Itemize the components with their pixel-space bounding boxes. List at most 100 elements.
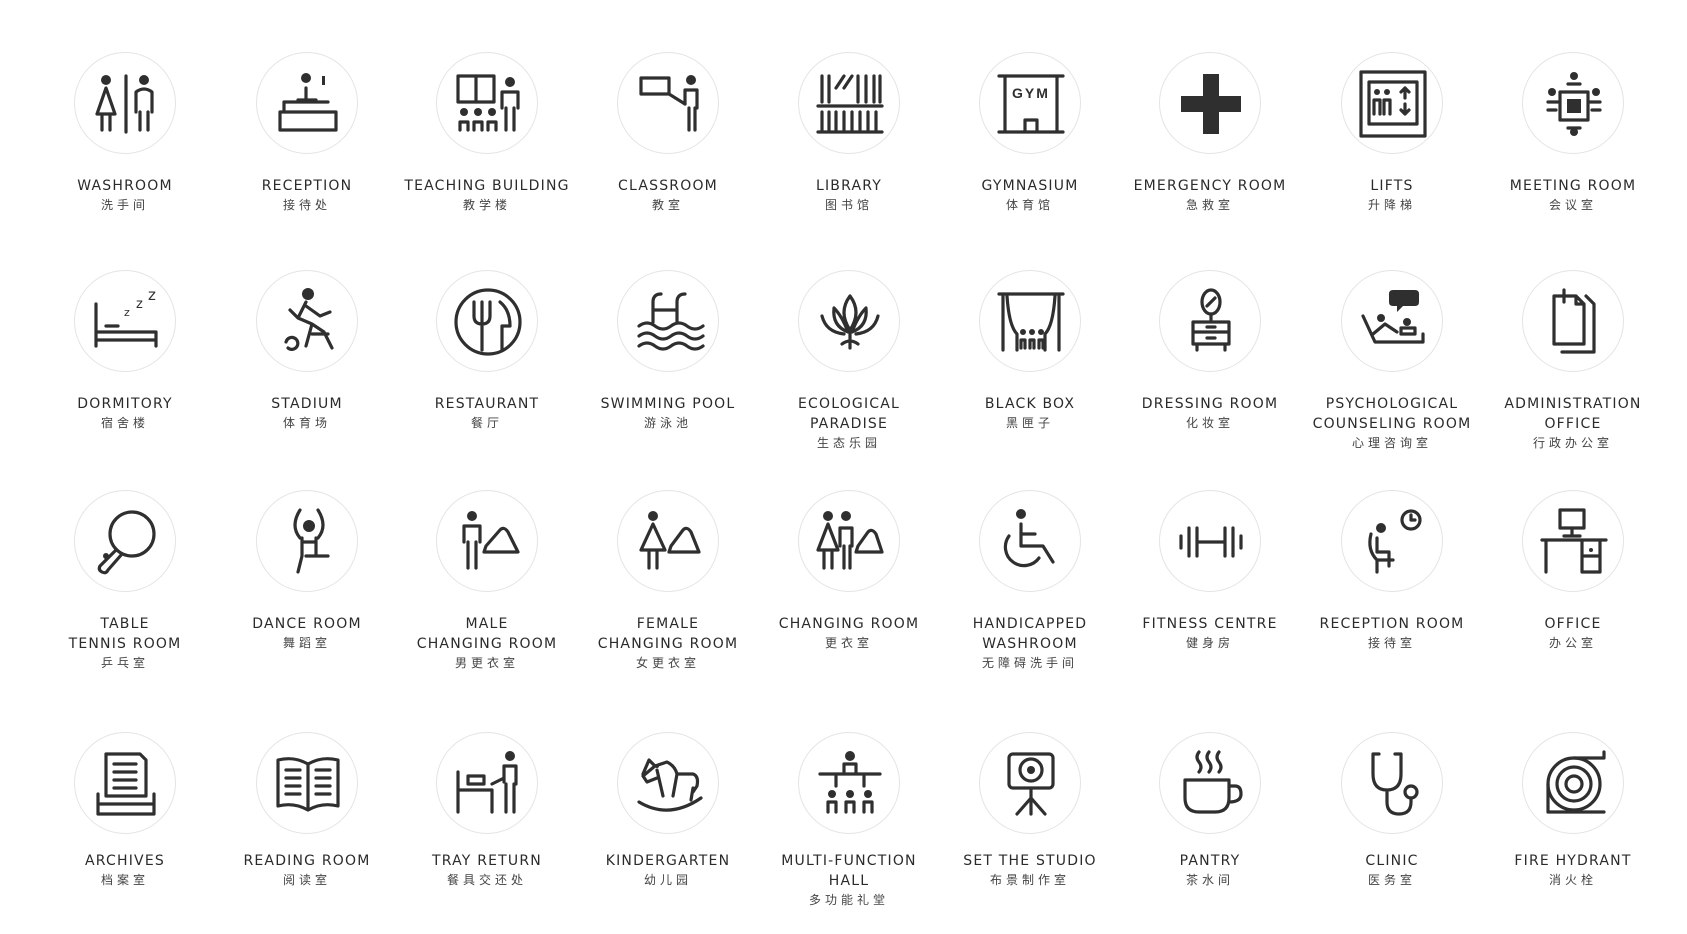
sign-icon-circle — [436, 52, 538, 154]
camera-tripod-icon — [1007, 752, 1055, 816]
sign-label: FEMALE CHANGING ROOM 女更衣室 — [578, 614, 758, 672]
sign-label: CLINIC 医务室 — [1302, 851, 1482, 889]
sign-label: MALE CHANGING ROOM 男更衣室 — [397, 614, 577, 672]
sign-label-english: EMERGENCY ROOM — [1133, 178, 1287, 194]
sign-label-english: CLINIC — [1365, 853, 1419, 869]
sign-label: TRAY RETURN 餐具交还处 — [397, 851, 577, 889]
sign-icon-circle — [436, 270, 538, 372]
sign-icon-circle — [1522, 732, 1624, 834]
sign-icon-circle — [256, 490, 358, 592]
sign-label-english: MULTI-FUNCTION HALL — [781, 853, 917, 889]
stage-curtain-icon — [997, 292, 1065, 352]
emergency-cross-icon — [1181, 74, 1241, 134]
sign-label: ARCHIVES 档案室 — [35, 851, 215, 889]
dumbbell-icon — [1179, 526, 1243, 558]
waiting-clock-icon — [1368, 509, 1422, 574]
sign-label: DRESSING ROOM 化妆室 — [1120, 394, 1300, 432]
fire-hose-reel-icon — [1546, 750, 1606, 814]
sign-label-chinese: 乒乓室 — [100, 656, 149, 670]
lotus-leaf-icon — [820, 294, 880, 350]
sign-label-chinese: 接待处 — [282, 198, 331, 212]
sign-label-english: READING ROOM — [243, 853, 371, 869]
dressing-table-icon — [1191, 288, 1231, 352]
sign-icon-circle — [1522, 52, 1624, 154]
sign-icon-circle: zzz — [74, 270, 176, 372]
sign-label-english: GYMNASIUM — [981, 178, 1079, 194]
signage-board: WASHROOM 洗手间 RECEPTION 接待处 TEACHING BUILDING… — [0, 0, 1687, 934]
svg-text:z: z — [136, 297, 143, 312]
male-changing-icon — [462, 511, 520, 570]
tray-return-icon — [456, 751, 518, 814]
stethoscope-icon — [1371, 752, 1419, 816]
teaching-building-icon — [456, 74, 520, 132]
sign-icon-circle — [1522, 490, 1624, 592]
sign-label-english: PANTRY — [1179, 853, 1241, 869]
sign-icon-circle: GYM — [979, 52, 1081, 154]
sign-label-chinese: 茶水间 — [1185, 873, 1234, 887]
sign-icon-circle — [256, 732, 358, 834]
sign-label: DORMITORY 宿舍楼 — [35, 394, 215, 432]
sign-icon-circle — [979, 270, 1081, 372]
sign-label: RECEPTION 接待处 — [217, 176, 397, 214]
sign-label-chinese: 女更衣室 — [635, 656, 700, 670]
sign-label: TEACHING BUILDING 教学楼 — [397, 176, 577, 214]
sign-label-chinese: 急救室 — [1185, 198, 1234, 212]
sign-icon-circle — [256, 270, 358, 372]
sign-label: PANTRY 茶水间 — [1120, 851, 1300, 889]
library-icon — [816, 74, 884, 134]
sign-icon-circle — [979, 732, 1081, 834]
sign-label-chinese: 舞蹈室 — [282, 636, 331, 650]
meeting-room-icon — [1546, 72, 1602, 136]
sign-label-chinese: 男更衣室 — [454, 656, 519, 670]
sign-label-english: SET THE STUDIO — [963, 853, 1097, 869]
coffee-cup-icon — [1183, 750, 1243, 814]
sign-label-chinese: 消火栓 — [1548, 873, 1597, 887]
sign-label-english: BLACK BOX — [984, 396, 1076, 412]
sign-label-english: LIBRARY — [815, 178, 883, 194]
office-desk-icon — [1540, 508, 1608, 574]
sign-label-english: WASHROOM — [982, 636, 1078, 652]
sign-label-chinese: 教学楼 — [462, 198, 511, 212]
female-changing-icon — [639, 511, 701, 570]
sign-icon-circle — [798, 490, 900, 592]
sign-label: ECOLOGICAL PARADISE 生态乐园 — [759, 394, 939, 452]
dormitory-bed-icon: zzz — [94, 286, 158, 348]
sign-label-english: TRAY RETURN — [432, 853, 542, 869]
sign-label-english: CHANGING ROOM — [416, 636, 558, 652]
svg-text:z: z — [148, 286, 156, 304]
sign-label-english: CHANGING ROOM — [597, 636, 739, 652]
sign-label: LIFTS 升降梯 — [1302, 176, 1482, 214]
sign-label-chinese: 体育馆 — [1005, 198, 1054, 212]
sign-icon-circle — [798, 732, 900, 834]
sign-label-english: HANDICAPPED — [972, 616, 1088, 632]
gymnasium-icon: GYM — [997, 74, 1065, 134]
sign-label: EMERGENCY ROOM 急救室 — [1120, 176, 1300, 214]
sign-label: HANDICAPPED WASHROOM 无障碍洗手间 — [940, 614, 1120, 672]
sign-icon-circle — [1341, 270, 1443, 372]
sign-label-english: OFFICE — [1544, 416, 1602, 432]
sign-label-english: SWIMMING POOL — [600, 396, 736, 412]
sign-label-chinese: 医务室 — [1367, 873, 1416, 887]
changing-room-icon — [816, 511, 884, 570]
sign-label-chinese: 会议室 — [1548, 198, 1597, 212]
sign-label: STADIUM 体育场 — [217, 394, 397, 432]
sign-label-english: DRESSING ROOM — [1141, 396, 1279, 412]
counseling-couch-icon — [1361, 290, 1425, 344]
sign-label-chinese: 餐厅 — [470, 416, 503, 430]
sign-label: MULTI-FUNCTION HALL 多功能礼堂 — [759, 851, 939, 909]
swimming-pool-icon — [637, 292, 705, 351]
archive-tray-icon — [96, 752, 156, 816]
sign-label: LIBRARY 图书馆 — [759, 176, 939, 214]
sign-label-chinese: 档案室 — [100, 873, 149, 887]
sign-label: DANCE ROOM 舞蹈室 — [217, 614, 397, 652]
sign-label: PSYCHOLOGICAL COUNSELING ROOM 心理咨询室 — [1302, 394, 1482, 452]
sign-label-english: FEMALE — [636, 616, 700, 632]
sign-label-chinese: 心理咨询室 — [1351, 436, 1432, 450]
sign-label-english: ARCHIVES — [85, 853, 165, 869]
washroom-icon — [95, 74, 154, 134]
sign-icon-circle — [1341, 490, 1443, 592]
sign-label-chinese: 图书馆 — [824, 198, 873, 212]
sign-label-english: DANCE ROOM — [252, 616, 362, 632]
sign-icon-circle — [74, 52, 176, 154]
reception-icon — [278, 73, 338, 132]
